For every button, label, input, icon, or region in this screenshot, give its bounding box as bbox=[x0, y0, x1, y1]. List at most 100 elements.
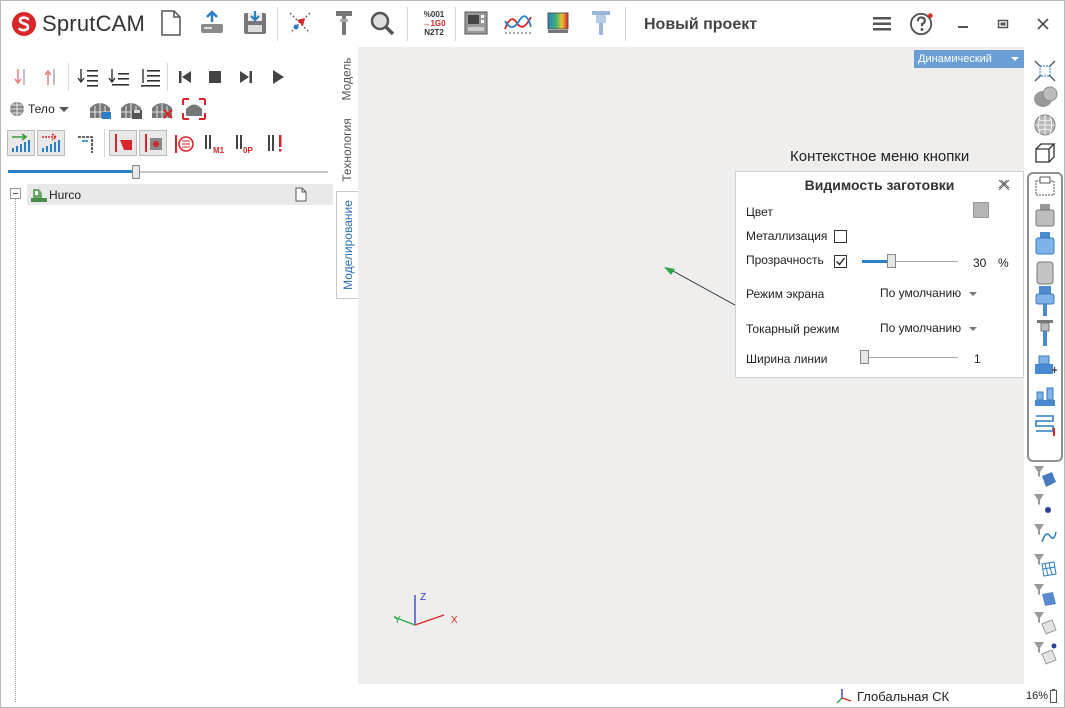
transparency-slider[interactable] bbox=[887, 254, 896, 268]
view-mode-dropdown[interactable]: Динамический bbox=[914, 50, 1024, 68]
tool-holder-icon bbox=[592, 11, 610, 35]
nc-program-button[interactable]: %001 →1G0 N2T2 bbox=[418, 8, 450, 38]
zoom-value: 16% bbox=[1026, 690, 1049, 702]
chart-waves-icon bbox=[504, 15, 532, 34]
display-settings-button[interactable] bbox=[543, 8, 573, 38]
tab-model[interactable]: Модель bbox=[336, 50, 358, 108]
stop-on-op-button[interactable]: 0P bbox=[234, 132, 258, 156]
tree-guide-line bbox=[15, 197, 16, 702]
show-part-button[interactable] bbox=[1032, 201, 1058, 229]
show-stock-box-button[interactable] bbox=[1032, 173, 1058, 201]
shaded-view-button[interactable] bbox=[1032, 83, 1058, 111]
stop-on-error-toggle[interactable] bbox=[139, 130, 167, 156]
filter-curves-button[interactable] bbox=[1032, 521, 1058, 549]
fit-view-button[interactable] bbox=[1032, 57, 1058, 85]
show-fixture-button[interactable] bbox=[1032, 259, 1058, 287]
tab-label: Модель bbox=[340, 57, 355, 101]
document-icon[interactable] bbox=[295, 187, 307, 202]
color-swatch[interactable] bbox=[973, 202, 989, 218]
wire-sphere-button[interactable] bbox=[1032, 111, 1058, 139]
panel-close-button[interactable] bbox=[997, 178, 1011, 195]
stock-view-button[interactable] bbox=[86, 97, 114, 121]
stop-button[interactable] bbox=[203, 65, 227, 89]
filter-point-icon bbox=[1034, 494, 1051, 513]
body-selector[interactable]: Тело bbox=[9, 100, 70, 118]
metallization-checkbox[interactable] bbox=[834, 230, 847, 243]
filter-faces-button[interactable] bbox=[1032, 463, 1058, 491]
show-tool-button[interactable] bbox=[1032, 286, 1058, 316]
forward-sim-toggle[interactable] bbox=[7, 130, 35, 156]
list-step-button[interactable] bbox=[107, 65, 131, 89]
show-holder-button[interactable] bbox=[1032, 319, 1058, 347]
main-toolbar: SprutCAM %001 →1G0 N2T2 Новый проект bbox=[1, 1, 1064, 47]
turning-mode-combo[interactable]: По умолчанию bbox=[880, 321, 977, 335]
transparency-label: Прозрачность bbox=[746, 253, 824, 267]
help-icon bbox=[910, 12, 933, 36]
maximize-button[interactable] bbox=[991, 12, 1015, 36]
nc-code-line: →1G0 bbox=[422, 18, 446, 28]
toolpath-button[interactable] bbox=[75, 132, 99, 156]
play-icon bbox=[273, 70, 284, 84]
rewind-button[interactable] bbox=[173, 65, 197, 89]
play-button[interactable] bbox=[266, 65, 290, 89]
stop-on-operation-button[interactable] bbox=[172, 132, 196, 156]
open-file-button[interactable] bbox=[197, 8, 227, 38]
stop-on-collision-toggle[interactable] bbox=[109, 130, 137, 156]
filter-points-button[interactable] bbox=[1032, 491, 1058, 519]
screen-mode-combo[interactable]: По умолчанию bbox=[880, 286, 977, 300]
filter-solid-icon bbox=[1034, 584, 1056, 606]
tab-simulation[interactable]: Моделирование bbox=[336, 191, 358, 299]
new-file-button[interactable] bbox=[156, 8, 186, 38]
stop-on-block-button[interactable] bbox=[265, 132, 289, 156]
stop-exclamation-icon bbox=[268, 135, 282, 152]
line-width-value: 1 bbox=[974, 352, 981, 366]
sprutcam-window: SprutCAM %001 →1G0 N2T2 Новый проект Тел… bbox=[0, 0, 1065, 708]
step-forward-button[interactable] bbox=[234, 65, 258, 89]
stock-delete-button[interactable] bbox=[148, 97, 176, 121]
step-up-button[interactable] bbox=[39, 65, 63, 89]
save-button[interactable] bbox=[240, 8, 270, 38]
machine-button[interactable] bbox=[461, 8, 491, 38]
machine-panel-icon bbox=[464, 11, 488, 35]
tree-item-machine[interactable]: Hurco bbox=[27, 184, 333, 205]
coordinate-system-indicator[interactable]: Глобальная СК bbox=[836, 688, 949, 704]
filter-shapes-button[interactable] bbox=[1032, 609, 1058, 637]
filter-solids-button[interactable] bbox=[1032, 581, 1058, 609]
stock-save-button[interactable] bbox=[117, 97, 145, 121]
step-down-button[interactable] bbox=[9, 65, 33, 89]
simulation-speed-slider[interactable] bbox=[132, 165, 140, 179]
tab-technology[interactable]: Технология bbox=[336, 111, 358, 189]
simulation-speed-fill bbox=[8, 170, 136, 173]
axis-y-label: Y bbox=[394, 615, 401, 626]
tree-expander[interactable] bbox=[10, 188, 21, 199]
transparency-checkbox[interactable] bbox=[834, 255, 847, 268]
help-button[interactable] bbox=[910, 12, 934, 36]
list-forward-button[interactable] bbox=[76, 65, 100, 89]
sprutcam-logo-icon bbox=[12, 12, 36, 36]
tool-button[interactable] bbox=[586, 8, 616, 38]
show-machine-button[interactable] bbox=[1032, 351, 1058, 379]
caliper-measure-button[interactable] bbox=[329, 8, 359, 38]
filter-mesh-button[interactable] bbox=[1032, 551, 1058, 579]
menu-button[interactable] bbox=[870, 12, 894, 36]
list-indent-icon bbox=[77, 69, 98, 87]
line-width-slider[interactable] bbox=[860, 350, 869, 364]
show-workpiece-button[interactable] bbox=[1032, 381, 1058, 409]
list-end-button[interactable] bbox=[138, 65, 162, 89]
app-logo: SprutCAM bbox=[11, 11, 145, 37]
snap-button[interactable] bbox=[285, 8, 315, 38]
graph-analysis-button[interactable] bbox=[503, 8, 533, 38]
3d-viewport[interactable]: Динамический Контекстное меню кнопки Z X… bbox=[358, 47, 1024, 684]
stock-fit-button[interactable] bbox=[180, 97, 208, 121]
minimize-button[interactable] bbox=[951, 12, 975, 36]
coordinate-system-label: Глобальная СК bbox=[857, 688, 950, 704]
shaded-shape-icon bbox=[1034, 86, 1058, 107]
inspect-button[interactable] bbox=[367, 8, 397, 38]
wireframe-view-button[interactable] bbox=[1032, 139, 1058, 167]
close-window-button[interactable] bbox=[1031, 12, 1055, 36]
stop-on-m1-button[interactable]: M1 bbox=[203, 132, 227, 156]
show-stock-button[interactable] bbox=[1032, 229, 1058, 257]
filter-all-button[interactable] bbox=[1032, 639, 1058, 667]
backward-sim-toggle[interactable] bbox=[37, 130, 65, 156]
show-toolpath-button[interactable] bbox=[1032, 411, 1058, 439]
